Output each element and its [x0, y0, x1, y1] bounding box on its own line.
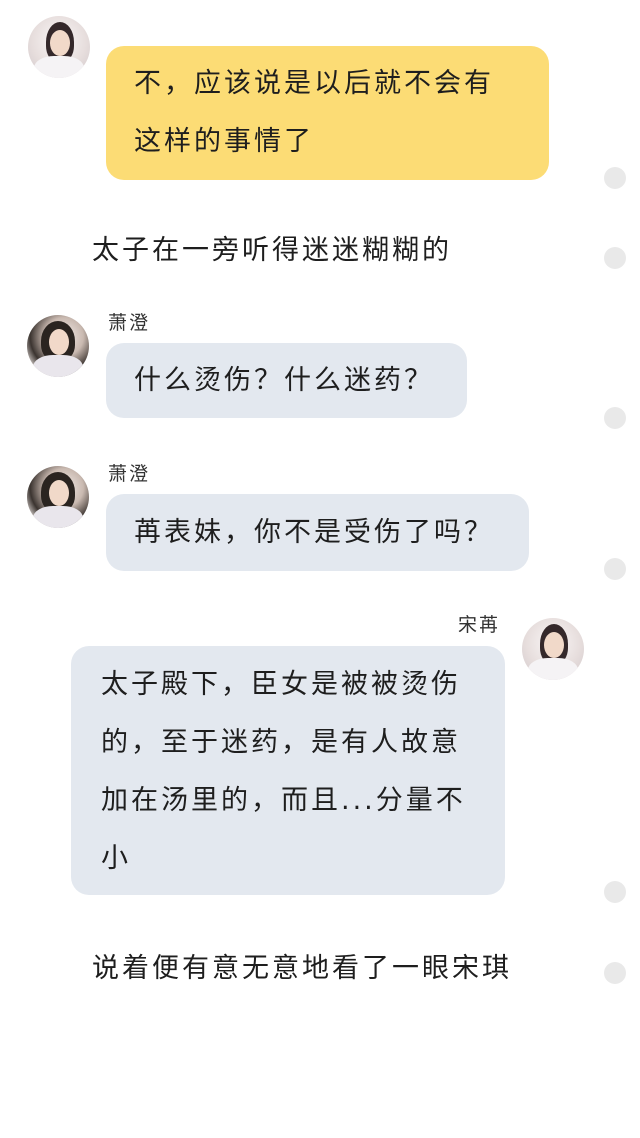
side-dot[interactable] [604, 962, 626, 984]
side-dot[interactable] [604, 558, 626, 580]
message-bubble-2[interactable]: 什么烫伤？什么迷药？ [106, 343, 467, 418]
message-line: 这样的事情了 [134, 126, 314, 157]
message-line: 加在汤里的，而且...分量不 [101, 785, 466, 816]
avatar-body [33, 355, 83, 377]
avatar-body [34, 56, 84, 78]
sender-name: 宋苒 [458, 614, 501, 636]
side-dot[interactable] [604, 881, 626, 903]
avatar-songran-top[interactable] [28, 16, 90, 78]
narration-text: 太子在一旁听得迷迷糊糊的 [92, 235, 452, 266]
message-bubble-3[interactable]: 苒表妹，你不是受伤了吗？ [106, 494, 529, 571]
message-line: 小 [101, 843, 131, 874]
avatar-songran[interactable] [522, 618, 584, 680]
side-dot[interactable] [604, 247, 626, 269]
side-dot[interactable] [604, 167, 626, 189]
avatar-face [544, 632, 564, 658]
narration-text: 说着便有意无意地看了一眼宋琪 [92, 953, 512, 984]
message-text: 苒表妹，你不是受伤了吗？ [134, 517, 494, 548]
side-dot[interactable] [604, 407, 626, 429]
avatar-body [33, 506, 83, 528]
message-bubble-4[interactable]: 太子殿下，臣女是被被烫伤 的，至于迷药，是有人故意 加在汤里的，而且...分量不… [71, 646, 505, 895]
avatar-face [49, 329, 69, 355]
sender-name: 萧澄 [108, 312, 151, 334]
avatar-xiaocheng[interactable] [27, 466, 89, 528]
avatar-face [49, 480, 69, 506]
avatar-body [528, 658, 578, 680]
sender-name: 萧澄 [108, 463, 151, 485]
message-line: 太子殿下，臣女是被被烫伤 [101, 669, 461, 700]
message-bubble-1[interactable]: 不，应该说是以后就不会有 这样的事情了 [106, 46, 549, 180]
message-line: 的，至于迷药，是有人故意 [101, 727, 461, 758]
avatar-xiaocheng[interactable] [27, 315, 89, 377]
message-line: 不，应该说是以后就不会有 [134, 68, 494, 99]
avatar-face [50, 30, 70, 56]
message-text: 什么烫伤？什么迷药？ [134, 365, 434, 396]
